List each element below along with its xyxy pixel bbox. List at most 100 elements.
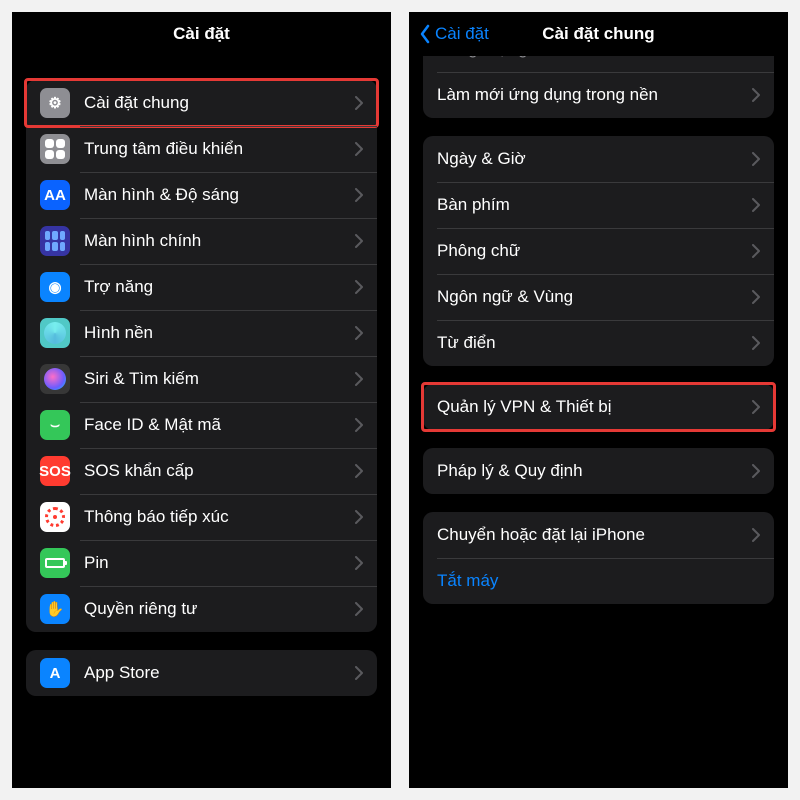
row-label: Siri & Tìm kiếm — [84, 369, 355, 389]
row-home[interactable]: Màn hình chính — [26, 218, 377, 264]
settings-group: Chuyển hoặc đặt lại iPhone Tắt máy — [423, 512, 774, 604]
settings-group: A App Store — [26, 650, 377, 696]
row-label: Dung lượng iPhone — [437, 56, 752, 59]
chevron-right-icon — [355, 464, 363, 478]
row-label: SOS khẩn cấp — [84, 461, 355, 481]
gear-icon: ⚙︎ — [40, 88, 70, 118]
row-label: Hình nền — [84, 323, 355, 343]
app-store-icon: A — [40, 658, 70, 688]
battery-icon — [40, 548, 70, 578]
row-priv[interactable]: ✋ Quyền riêng tư — [26, 586, 377, 632]
row-label: Trung tâm điều khiển — [84, 139, 355, 159]
row-label: Từ điển — [437, 333, 752, 353]
navbar: Cài đặt — [12, 12, 391, 56]
settings-group: Dung lượng iPhone Làm mới ứng dụng trong … — [423, 56, 774, 118]
row-face[interactable]: ⌣ Face ID & Mật mã — [26, 402, 377, 448]
row-reset[interactable]: Chuyển hoặc đặt lại iPhone — [423, 512, 774, 558]
settings-group: Pháp lý & Quy định — [423, 448, 774, 494]
chevron-right-icon — [752, 400, 760, 414]
row-label: Quản lý VPN & Thiết bị — [437, 397, 752, 417]
row-font[interactable]: Phông chữ — [423, 228, 774, 274]
row-control[interactable]: Trung tâm điều khiển — [26, 126, 377, 172]
row-sos[interactable]: SOS SOS khẩn cấp — [26, 448, 377, 494]
row-label: Tắt máy — [437, 571, 760, 591]
sos-icon: SOS — [40, 456, 70, 486]
page-title: Cài đặt — [173, 24, 230, 44]
siri-icon — [40, 364, 70, 394]
chevron-right-icon — [752, 244, 760, 258]
row-label: App Store — [84, 663, 355, 683]
chevron-right-icon — [752, 88, 760, 102]
row-label: Cài đặt chung — [84, 93, 355, 113]
back-label: Cài đặt — [435, 24, 489, 44]
display-icon: AA — [40, 180, 70, 210]
chevron-right-icon — [355, 188, 363, 202]
row-label: Pháp lý & Quy định — [437, 461, 752, 481]
chevron-right-icon — [355, 666, 363, 680]
row-date[interactable]: Ngày & Giờ — [423, 136, 774, 182]
settings-screen: Cài đặt ⚙︎ Cài đặt chung Trung tâm điều kh… — [12, 12, 391, 788]
row-label: Pin — [84, 553, 355, 573]
chevron-right-icon — [355, 234, 363, 248]
face-id-icon: ⌣ — [40, 410, 70, 440]
row-bgapp[interactable]: Làm mới ứng dụng trong nền — [423, 72, 774, 118]
chevron-right-icon — [355, 556, 363, 570]
row-label: Màn hình chính — [84, 231, 355, 251]
row-wall[interactable]: Hình nền — [26, 310, 377, 356]
row-lang[interactable]: Ngôn ngữ & Vùng — [423, 274, 774, 320]
row-vpn[interactable]: Quản lý VPN & Thiết bị — [423, 384, 774, 430]
back-button[interactable]: Cài đặt — [419, 24, 489, 44]
chevron-right-icon — [752, 464, 760, 478]
general-list: Dung lượng iPhone Làm mới ứng dụng trong … — [409, 56, 788, 788]
row-dict[interactable]: Từ điển — [423, 320, 774, 366]
row-storage[interactable]: Dung lượng iPhone — [423, 56, 774, 72]
row-label: Trợ năng — [84, 277, 355, 297]
chevron-right-icon — [752, 528, 760, 542]
row-access[interactable]: ◉ Trợ năng — [26, 264, 377, 310]
row-siri[interactable]: Siri & Tìm kiếm — [26, 356, 377, 402]
row-label: Màn hình & Độ sáng — [84, 185, 355, 205]
chevron-right-icon — [355, 326, 363, 340]
row-label: Face ID & Mật mã — [84, 415, 355, 435]
chevron-right-icon — [355, 142, 363, 156]
row-display[interactable]: AA Màn hình & Độ sáng — [26, 172, 377, 218]
row-label: Bàn phím — [437, 195, 752, 215]
row-label: Ngôn ngữ & Vùng — [437, 287, 752, 307]
row-label: Chuyển hoặc đặt lại iPhone — [437, 525, 752, 545]
row-label: Ngày & Giờ — [437, 149, 752, 169]
wallpaper-icon — [40, 318, 70, 348]
settings-list: ⚙︎ Cài đặt chung Trung tâm điều khiển AA Màn… — [12, 56, 391, 788]
chevron-right-icon — [752, 198, 760, 212]
row-batt[interactable]: Pin — [26, 540, 377, 586]
row-label: Thông báo tiếp xúc — [84, 507, 355, 527]
privacy-icon: ✋ — [40, 594, 70, 624]
row-expo[interactable]: Thông báo tiếp xúc — [26, 494, 377, 540]
page-title: Cài đặt chung — [542, 24, 654, 44]
row-kbd[interactable]: Bàn phím — [423, 182, 774, 228]
chevron-left-icon — [419, 24, 431, 44]
general-settings-screen: Cài đặt Cài đặt chung Dung lượng iPhone L… — [409, 12, 788, 788]
chevron-right-icon — [355, 96, 363, 110]
chevron-right-icon — [752, 290, 760, 304]
chevron-right-icon — [355, 372, 363, 386]
row-label: Quyền riêng tư — [84, 599, 355, 619]
chevron-right-icon — [355, 280, 363, 294]
navbar: Cài đặt Cài đặt chung — [409, 12, 788, 56]
row-shut[interactable]: Tắt máy — [423, 558, 774, 604]
chevron-right-icon — [752, 336, 760, 350]
row-legal[interactable]: Pháp lý & Quy định — [423, 448, 774, 494]
row-general[interactable]: ⚙︎ Cài đặt chung — [26, 80, 377, 126]
chevron-right-icon — [752, 152, 760, 166]
chevron-right-icon — [355, 510, 363, 524]
exposure-icon — [40, 502, 70, 532]
control-center-icon — [40, 134, 70, 164]
settings-group: Ngày & Giờ Bàn phím Phông chữ Ngôn ngữ & Vù… — [423, 136, 774, 366]
chevron-right-icon — [355, 418, 363, 432]
accessibility-icon: ◉ — [40, 272, 70, 302]
settings-group: Quản lý VPN & Thiết bị — [423, 384, 774, 430]
row-label: Phông chữ — [437, 241, 752, 261]
settings-group: ⚙︎ Cài đặt chung Trung tâm điều khiển AA Màn… — [26, 80, 377, 632]
row-store[interactable]: A App Store — [26, 650, 377, 696]
home-screen-icon — [40, 226, 70, 256]
row-label: Làm mới ứng dụng trong nền — [437, 85, 752, 105]
